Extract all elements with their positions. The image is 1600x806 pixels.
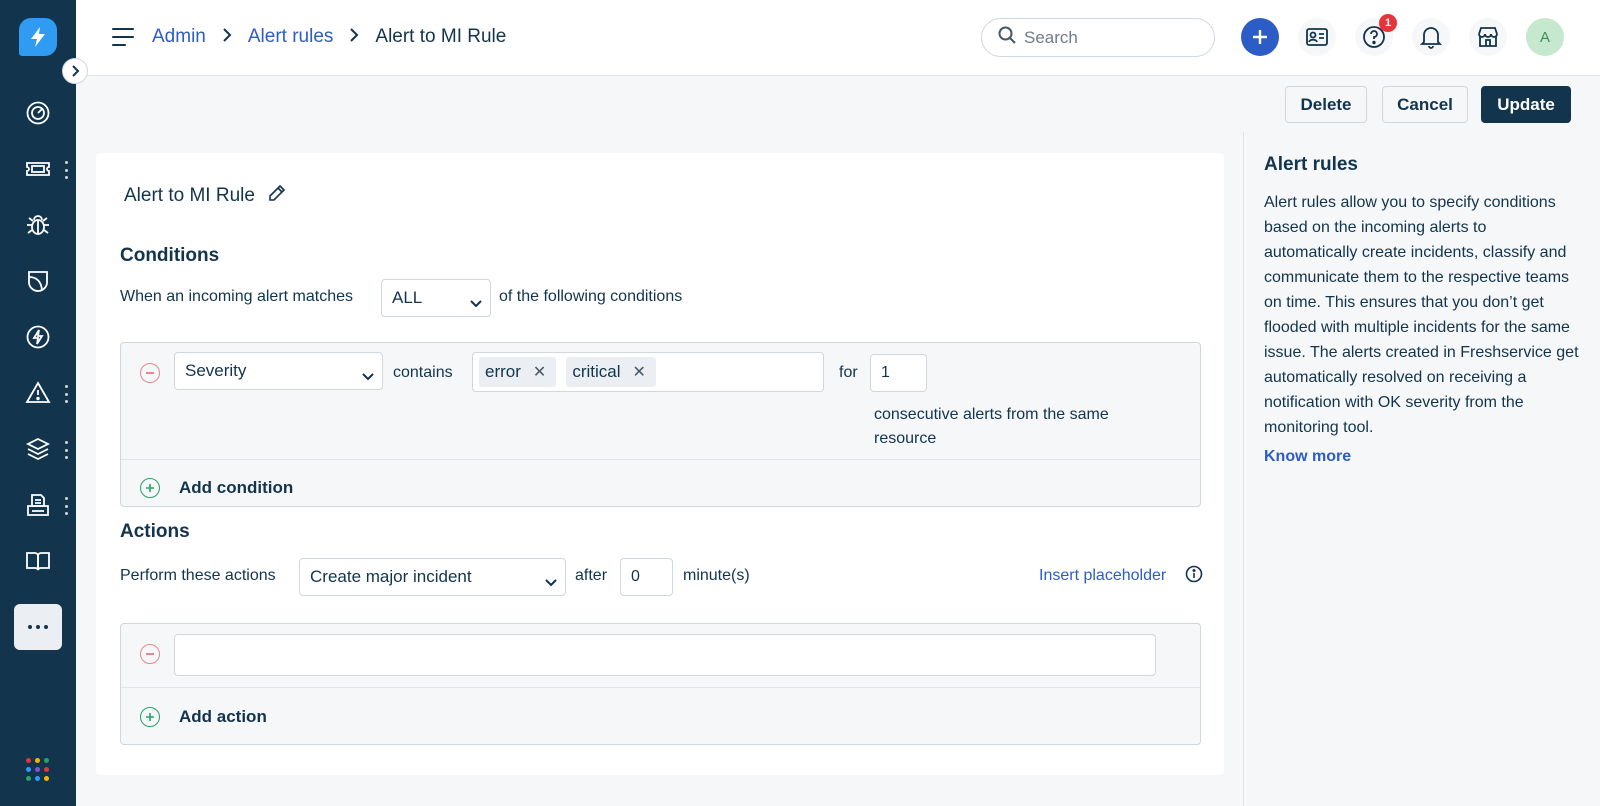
alert-menu-dots-icon[interactable] xyxy=(62,385,70,403)
action-details-input[interactable] xyxy=(174,634,1156,676)
dashboard-icon[interactable] xyxy=(22,97,54,129)
store-icon[interactable] xyxy=(1469,18,1507,56)
chevron-down-icon xyxy=(470,293,482,313)
bug-icon[interactable] xyxy=(22,209,54,241)
add-action-icon[interactable] xyxy=(140,707,160,727)
update-button[interactable]: Update xyxy=(1481,86,1571,123)
actions-heading: Actions xyxy=(120,521,190,542)
layers-menu-dots-icon[interactable] xyxy=(62,441,70,459)
action-type-select[interactable]: Create major incident xyxy=(299,558,566,596)
close-icon[interactable]: ✕ xyxy=(632,362,645,382)
sidebar-expand-button[interactable] xyxy=(62,58,88,84)
rule-title: Alert to MI Rule xyxy=(124,183,287,209)
search-input[interactable]: Search xyxy=(981,18,1215,57)
apps-grid-icon[interactable] xyxy=(26,758,50,782)
conditions-box: Severity contains error ✕ critical ✕ for… xyxy=(120,342,1201,507)
remove-condition-icon[interactable] xyxy=(140,363,160,383)
top-header: Admin Alert rules Alert to MI Rule Searc… xyxy=(76,0,1600,76)
search-placeholder: Search xyxy=(1024,27,1078,47)
chevron-down-icon xyxy=(545,572,557,592)
minutes-label: minute(s) xyxy=(683,567,750,584)
match-type-value: ALL xyxy=(392,288,423,307)
hamburger-menu-icon[interactable] xyxy=(112,28,134,46)
pencil-icon[interactable] xyxy=(267,183,287,209)
info-panel: Alert rules Alert rules allow you to spe… xyxy=(1243,132,1600,806)
after-label: after xyxy=(575,567,608,584)
conditions-suffix-text: of the following conditions xyxy=(499,288,683,305)
condition-values-input[interactable]: error ✕ critical ✕ xyxy=(472,352,824,392)
rule-editor-card: Alert to MI Rule Conditions When an inco… xyxy=(96,153,1224,775)
minutes-input[interactable]: 0 xyxy=(620,558,673,596)
alert-icon[interactable] xyxy=(22,377,54,409)
book-icon[interactable] xyxy=(22,545,54,577)
ticket-icon[interactable] xyxy=(22,153,54,185)
chevron-right-icon xyxy=(222,27,232,47)
contact-card-icon[interactable] xyxy=(1298,18,1336,56)
help-notification-badge: 1 xyxy=(1379,14,1397,32)
breadcrumb-alert-rules-link[interactable]: Alert rules xyxy=(248,26,334,48)
chevron-down-icon xyxy=(362,366,374,386)
consecutive-text: consecutive alerts from the same resourc… xyxy=(874,406,1109,447)
condition-operator: contains xyxy=(393,364,453,381)
add-action-button[interactable]: Add action xyxy=(179,707,267,727)
match-type-select[interactable]: ALL xyxy=(381,279,491,317)
breadcrumb: Admin Alert rules Alert to MI Rule xyxy=(152,26,506,48)
for-label: for xyxy=(839,364,858,381)
tag-error: error ✕ xyxy=(479,357,557,387)
condition-field-select[interactable]: Severity xyxy=(174,352,383,390)
breadcrumb-admin-link[interactable]: Admin xyxy=(152,26,206,48)
more-icon[interactable] xyxy=(14,604,62,650)
lightning-icon[interactable] xyxy=(22,321,54,353)
sidebar xyxy=(0,0,76,806)
add-new-button[interactable] xyxy=(1241,18,1279,56)
printer-icon[interactable] xyxy=(22,489,54,521)
close-icon[interactable]: ✕ xyxy=(533,362,546,382)
tag-label: critical xyxy=(572,362,621,381)
printer-menu-dots-icon[interactable] xyxy=(62,497,70,515)
bell-icon[interactable] xyxy=(1412,18,1450,56)
divider xyxy=(121,687,1200,688)
info-icon[interactable] xyxy=(1185,565,1203,588)
delete-button[interactable]: Delete xyxy=(1285,86,1367,123)
consecutive-count-input[interactable]: 1 xyxy=(870,354,927,392)
conditions-heading: Conditions xyxy=(120,245,220,266)
condition-field-value: Severity xyxy=(185,361,247,380)
info-panel-title: Alert rules xyxy=(1264,154,1358,175)
rule-title-text: Alert to MI Rule xyxy=(124,185,255,206)
tag-label: error xyxy=(485,362,521,381)
lightning-logo-icon[interactable] xyxy=(19,18,57,56)
know-more-link[interactable]: Know more xyxy=(1264,448,1580,466)
breadcrumb-current: Alert to MI Rule xyxy=(375,26,507,47)
avatar[interactable]: A xyxy=(1526,18,1564,56)
cancel-button[interactable]: Cancel xyxy=(1382,86,1468,123)
info-panel-description: Alert rules allow you to specify conditi… xyxy=(1264,194,1579,436)
layers-icon[interactable] xyxy=(22,433,54,465)
insert-placeholder-link[interactable]: Insert placeholder xyxy=(1039,567,1166,585)
remove-action-icon[interactable] xyxy=(140,644,160,664)
action-type-value: Create major incident xyxy=(310,567,472,586)
conditions-prefix-text: When an incoming alert matches xyxy=(120,288,353,305)
search-icon xyxy=(998,26,1016,49)
tag-critical: critical ✕ xyxy=(566,357,656,387)
add-condition-button[interactable]: Add condition xyxy=(179,478,293,498)
chevron-right-icon xyxy=(349,27,359,47)
shield-icon[interactable] xyxy=(22,265,54,297)
actions-box: Add action xyxy=(120,623,1201,745)
actions-prefix-text: Perform these actions xyxy=(120,567,276,584)
ticket-menu-dots-icon[interactable] xyxy=(62,161,70,179)
add-condition-icon[interactable] xyxy=(140,478,160,498)
divider xyxy=(121,459,1200,460)
help-icon[interactable]: 1 xyxy=(1355,14,1397,56)
